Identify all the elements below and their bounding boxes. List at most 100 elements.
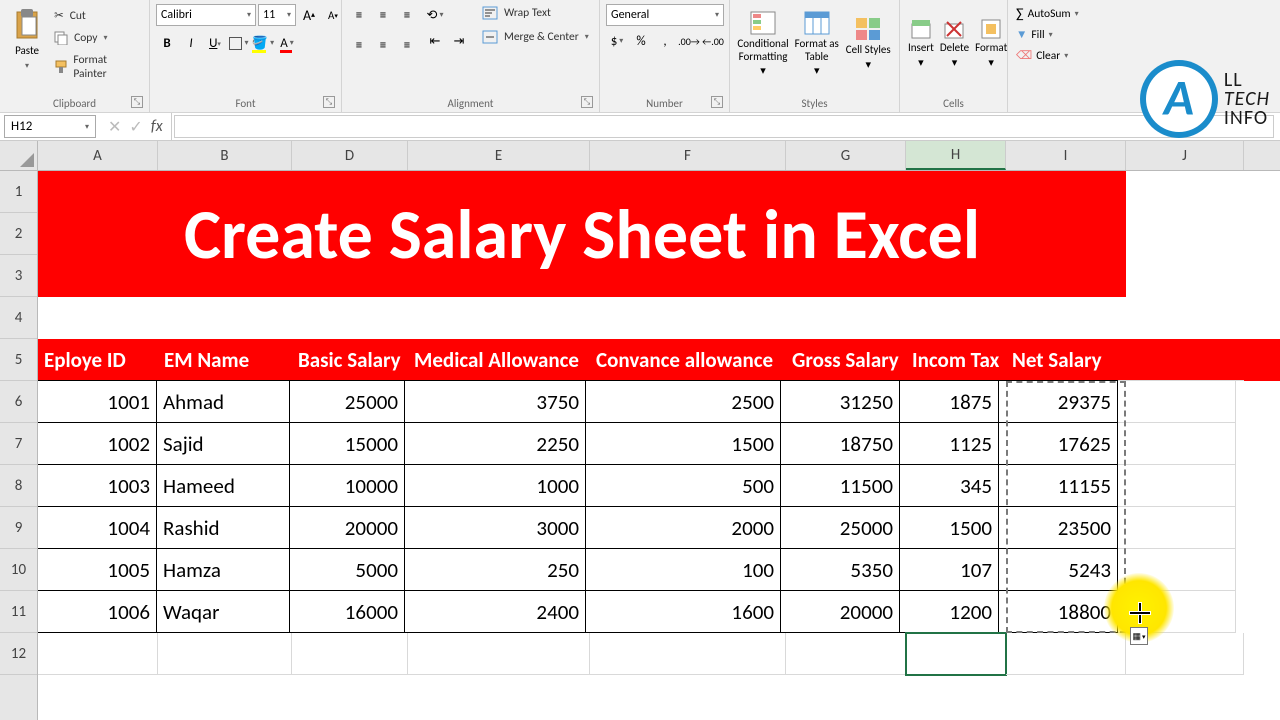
cell-E12[interactable] [408,633,590,675]
row-header-10[interactable]: 10 [0,549,37,591]
comma-button[interactable]: , [654,30,676,52]
column-header-B[interactable]: B [158,141,292,170]
cell-D11[interactable]: 16000 [289,590,405,633]
align-left-button[interactable]: ≡ [348,34,370,56]
header-cell-I[interactable]: Net Salary [1006,339,1126,381]
cell-F6[interactable]: 2500 [585,380,781,423]
cell-B10[interactable]: Hamza [156,548,290,591]
cell-styles-button[interactable]: Cell Styles▾ [844,4,894,84]
cell-B12[interactable] [158,633,292,675]
row-header-5[interactable]: 5 [0,339,37,381]
cell-D12[interactable] [292,633,408,675]
font-size-combo[interactable]: 11▾ [258,4,296,26]
cell-H12[interactable] [906,633,1006,675]
align-top-button[interactable]: ≡ [348,4,370,26]
column-header-I[interactable]: I [1006,141,1126,170]
header-cell-A[interactable]: Eploye ID [38,339,158,381]
cell-F9[interactable]: 2000 [585,506,781,549]
cell-H7[interactable]: 1125 [899,422,999,465]
formula-input[interactable] [174,115,1274,138]
row-header-2[interactable]: 2 [0,213,37,255]
cell-B7[interactable]: Sajid [156,422,290,465]
select-all-corner[interactable] [0,141,37,171]
font-name-combo[interactable]: Calibri▾ [156,4,256,26]
cell-D10[interactable]: 5000 [289,548,405,591]
cell-H10[interactable]: 107 [899,548,999,591]
bold-button[interactable]: B [156,32,178,54]
format-painter-button[interactable]: Format Painter [50,51,143,83]
cell-D7[interactable]: 15000 [289,422,405,465]
decrease-indent-button[interactable]: ⇤ [424,30,446,52]
cell-H6[interactable]: 1875 [899,380,999,423]
cell-J7[interactable] [1118,423,1236,465]
cell-E9[interactable]: 3000 [404,506,586,549]
cell-H11[interactable]: 1200 [899,590,999,633]
row-header-9[interactable]: 9 [0,507,37,549]
cell-I8[interactable]: 11155 [998,464,1118,507]
row-header-7[interactable]: 7 [0,423,37,465]
font-dialog-icon[interactable]: ⤡ [323,96,335,108]
row-header-1[interactable]: 1 [0,171,37,213]
column-header-H[interactable]: H [906,141,1006,170]
underline-button[interactable]: U▾ [204,32,226,54]
row-header-8[interactable]: 8 [0,465,37,507]
row-header-4[interactable]: 4 [0,297,37,339]
cell-G8[interactable]: 11500 [780,464,900,507]
merge-center-button[interactable]: Merge & Center ▾ [478,28,593,46]
cut-button[interactable]: ✂ Cut [50,6,143,25]
cell-E10[interactable]: 250 [404,548,586,591]
cell-D6[interactable]: 25000 [289,380,405,423]
cell-E6[interactable]: 3750 [404,380,586,423]
cell-H8[interactable]: 345 [899,464,999,507]
wrap-text-button[interactable]: Wrap Text [478,4,593,22]
column-header-F[interactable]: F [590,141,786,170]
header-cell-J[interactable] [1126,339,1244,381]
cell-I12[interactable] [1006,633,1126,675]
header-cell-H[interactable]: Incom Tax [906,339,1006,381]
cell-F11[interactable]: 1600 [585,590,781,633]
column-header-D[interactable]: D [292,141,408,170]
align-right-button[interactable]: ≡ [396,34,418,56]
percent-button[interactable]: % [630,30,652,52]
alignment-dialog-icon[interactable]: ⤡ [581,96,593,108]
font-color-button[interactable]: A [276,32,298,54]
format-as-table-button[interactable]: Format as Table▾ [792,4,842,84]
number-dialog-icon[interactable]: ⤡ [711,96,723,108]
header-cell-D[interactable]: Basic Salary [292,339,408,381]
cell-A12[interactable] [38,633,158,675]
cell-F8[interactable]: 500 [585,464,781,507]
cell-F7[interactable]: 1500 [585,422,781,465]
column-header-A[interactable]: A [38,141,158,170]
copy-button[interactable]: Copy ▾ [50,29,143,47]
decrease-decimal-button[interactable]: ←.00 [702,30,724,52]
conditional-formatting-button[interactable]: Conditional Formatting▾ [736,4,790,84]
column-header-G[interactable]: G [786,141,906,170]
header-cell-F[interactable]: Convance allowance [590,339,786,381]
cell-G7[interactable]: 18750 [780,422,900,465]
currency-button[interactable]: $ [606,30,628,52]
orientation-button[interactable]: ⟲ [424,4,446,26]
cell-F10[interactable]: 100 [585,548,781,591]
cell-J9[interactable] [1118,507,1236,549]
cell-I11[interactable]: 18800 [998,590,1118,633]
increase-indent-button[interactable]: ⇥ [448,30,470,52]
fill-color-button[interactable]: 🪣 [252,32,274,54]
cell-G12[interactable] [786,633,906,675]
cell-F12[interactable] [590,633,786,675]
row-header-12[interactable]: 12 [0,633,37,675]
insert-button[interactable]: Insert▾ [906,4,936,84]
enter-icon[interactable]: ✓ [129,117,142,137]
name-box[interactable]: H12▾ [4,115,96,138]
cell-I9[interactable]: 23500 [998,506,1118,549]
cell-G11[interactable]: 20000 [780,590,900,633]
row-header-3[interactable]: 3 [0,255,37,297]
cell-A11[interactable]: 1006 [38,590,157,633]
cell-G9[interactable]: 25000 [780,506,900,549]
cell-J8[interactable] [1118,465,1236,507]
autofill-options-button[interactable]: ▦ [1130,627,1148,645]
cell-A9[interactable]: 1004 [38,506,157,549]
header-cell-E[interactable]: Medical Allowance [408,339,590,381]
align-center-button[interactable]: ≡ [372,34,394,56]
row-4-spacer[interactable] [38,297,1280,339]
row-header-11[interactable]: 11 [0,591,37,633]
